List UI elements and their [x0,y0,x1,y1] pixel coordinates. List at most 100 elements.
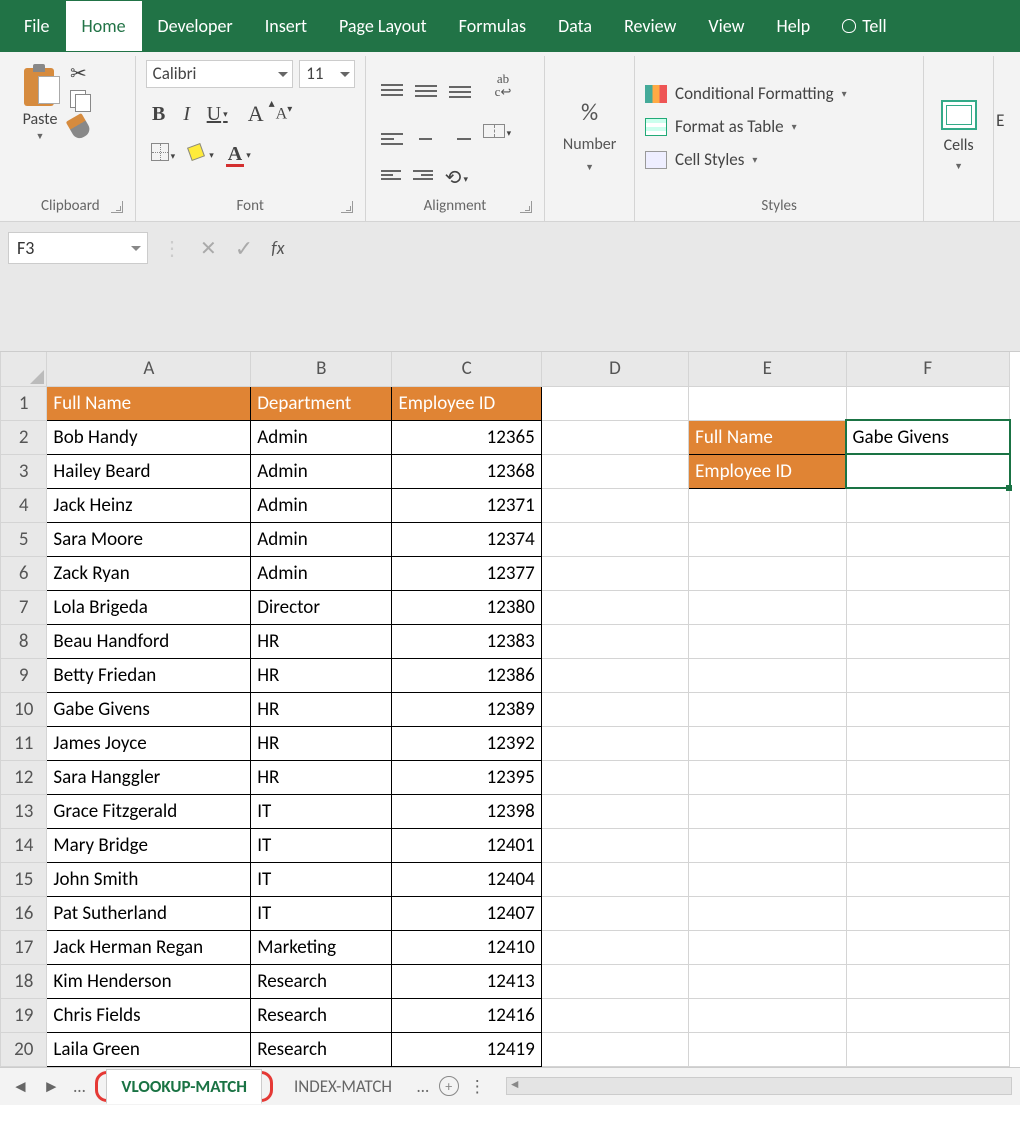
cell[interactable]: 12386 [392,658,541,692]
cell[interactable] [689,896,846,930]
cell[interactable] [541,726,688,760]
cell[interactable]: John Smith [47,862,251,896]
cell[interactable]: 12371 [392,488,541,522]
cell[interactable]: 12365 [392,420,541,454]
cell[interactable] [541,420,688,454]
sheet-overflow[interactable]: … [413,1076,433,1097]
cell[interactable]: Pat Sutherland [47,896,251,930]
cell[interactable] [541,556,688,590]
col-header-B[interactable]: B [251,352,392,386]
row-header[interactable]: 2 [1,420,47,454]
cell[interactable] [541,692,688,726]
cell[interactable] [846,624,1010,658]
cell[interactable] [689,1032,846,1066]
cell[interactable] [541,862,688,896]
new-sheet-button[interactable]: + [439,1076,459,1096]
cell[interactable]: 12374 [392,522,541,556]
cell[interactable]: Mary Bridge [47,828,251,862]
cell[interactable]: 12380 [392,590,541,624]
cell[interactable] [541,488,688,522]
cell[interactable] [846,862,1010,896]
align-center[interactable] [410,115,442,150]
row-header[interactable]: 15 [1,862,47,896]
cell[interactable] [846,794,1010,828]
percent-button[interactable]: % [581,98,598,127]
cell[interactable]: Chris Fields [47,998,251,1032]
wrap-text-button[interactable]: abc↩ [490,69,517,101]
cell[interactable]: Zack Ryan [47,556,251,590]
bold-button[interactable]: B [146,100,172,129]
cell[interactable]: Research [251,998,392,1032]
cell[interactable]: 12407 [392,896,541,930]
cell[interactable] [541,760,688,794]
cell[interactable] [689,964,846,998]
cell[interactable]: IT [251,862,392,896]
sheet-nav-more[interactable]: … [70,1076,90,1097]
orientation-button[interactable]: ⟲▾ [440,162,473,193]
cell[interactable] [689,556,846,590]
horizontal-scrollbar[interactable] [506,1077,1012,1095]
sheet-nav-next[interactable]: ► [39,1076,64,1097]
row-header[interactable]: 12 [1,760,47,794]
cell[interactable] [846,760,1010,794]
cell[interactable]: HR [251,692,392,726]
cell[interactable] [846,896,1010,930]
cell[interactable] [541,964,688,998]
col-header-D[interactable]: D [541,352,688,386]
cell[interactable]: Admin [251,556,392,590]
cell[interactable]: 12368 [392,454,541,488]
sheet-nav-prev[interactable]: ◄ [8,1076,33,1097]
cell[interactable]: IT [251,794,392,828]
cell[interactable]: 12413 [392,964,541,998]
cell[interactable]: Marketing [251,930,392,964]
format-as-table-button[interactable]: Format as Table▾ [645,113,913,140]
cell[interactable]: Beau Handford [47,624,251,658]
cell[interactable]: Jack Herman Regan [47,930,251,964]
increase-indent[interactable] [408,167,438,189]
row-header[interactable]: 16 [1,896,47,930]
cell[interactable]: Full Name [47,386,251,420]
paste-button[interactable]: Paste ▼ [16,60,64,193]
cell[interactable]: Kim Henderson [47,964,251,998]
cell[interactable] [846,726,1010,760]
cell[interactable] [541,1032,688,1066]
select-all-corner[interactable] [1,352,47,386]
tab-page-layout[interactable]: Page Layout [323,1,443,51]
cell[interactable]: HR [251,760,392,794]
tab-developer[interactable]: Developer [142,1,249,51]
cell[interactable] [846,658,1010,692]
cell[interactable]: Gabe Givens [47,692,251,726]
cell[interactable]: HR [251,726,392,760]
tell-me[interactable]: Tell [826,1,902,51]
cell[interactable]: Admin [251,420,392,454]
align-right[interactable] [444,115,476,150]
cell-styles-button[interactable]: Cell Styles▾ [645,146,913,173]
cell[interactable]: Admin [251,454,392,488]
col-header-C[interactable]: C [392,352,541,386]
cell[interactable]: Bob Handy [47,420,251,454]
cell[interactable] [689,862,846,896]
cell[interactable]: 12392 [392,726,541,760]
cell[interactable]: Laila Green [47,1032,251,1066]
italic-button[interactable]: I [174,100,200,129]
alignment-launcher[interactable] [520,201,532,213]
merge-button[interactable]: ▾ [478,118,517,147]
cell[interactable] [541,386,688,420]
cells-button[interactable]: Cells [944,136,974,155]
conditional-formatting-button[interactable]: Conditional Formatting▾ [645,80,913,107]
row-header[interactable]: 5 [1,522,47,556]
cell[interactable] [846,964,1010,998]
cell[interactable] [846,998,1010,1032]
cell[interactable] [689,658,846,692]
cell[interactable]: Sara Hanggler [47,760,251,794]
row-header[interactable]: 9 [1,658,47,692]
cell[interactable] [689,624,846,658]
cell[interactable]: 12404 [392,862,541,896]
cut-icon[interactable]: ✂ [70,64,90,84]
row-header[interactable]: 10 [1,692,47,726]
cell[interactable]: 12389 [392,692,541,726]
cell[interactable] [689,522,846,556]
format-painter-icon[interactable] [66,113,93,141]
cell[interactable]: IT [251,896,392,930]
tab-review[interactable]: Review [608,1,692,51]
